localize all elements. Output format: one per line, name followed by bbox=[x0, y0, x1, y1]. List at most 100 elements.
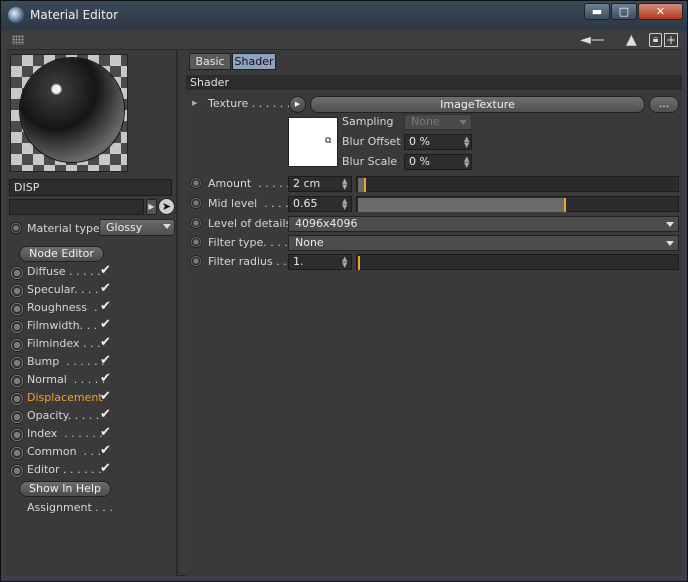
show-in-help-button[interactable]: Show In Help bbox=[19, 481, 111, 497]
checkmark-icon[interactable]: ✔ bbox=[100, 335, 111, 350]
amount-radio[interactable] bbox=[190, 177, 202, 189]
channel-item-bump[interactable]: Bump . . . . . . ✔ bbox=[10, 353, 120, 371]
checkmark-icon[interactable]: ✔ bbox=[100, 389, 111, 404]
channel-radio[interactable] bbox=[10, 320, 24, 334]
channel-radio[interactable] bbox=[10, 302, 24, 316]
channel-radio[interactable] bbox=[10, 410, 24, 424]
channel-radio[interactable] bbox=[10, 428, 24, 442]
tab-shader[interactable]: Shader bbox=[232, 53, 276, 70]
spinner-icon[interactable]: ▲ ▼ bbox=[342, 198, 347, 211]
app-logo-icon bbox=[8, 7, 24, 23]
filter-type-select[interactable]: None bbox=[288, 235, 679, 251]
mid-level-label: Mid level . . . . bbox=[208, 197, 289, 210]
filter-radius-slider[interactable] bbox=[356, 254, 679, 270]
section-title: Shader bbox=[186, 75, 682, 90]
channel-item-opacity[interactable]: Opacity. . . . . ✔ bbox=[10, 407, 120, 425]
channel-item-specular[interactable]: Specular. . . . ✔ bbox=[10, 281, 120, 299]
level-of-details-label: Level of details bbox=[208, 217, 292, 230]
channel-radio[interactable] bbox=[10, 446, 24, 460]
channel-item-editor[interactable]: Editor . . . . . . ✔ bbox=[10, 461, 120, 479]
level-of-details-radio[interactable] bbox=[190, 217, 202, 229]
level-of-details-select[interactable]: 4096x4096 bbox=[288, 216, 679, 232]
lock-icon[interactable]: 🔒︎ bbox=[649, 33, 662, 47]
checkmark-icon[interactable]: ✔ bbox=[100, 281, 111, 296]
spinner-icon[interactable]: ▲ ▼ bbox=[464, 156, 469, 169]
grip-icon[interactable] bbox=[12, 35, 24, 45]
filter-type-label: Filter type. . . . bbox=[208, 236, 288, 249]
channel-label[interactable]: Diffuse . . . . . bbox=[27, 265, 101, 278]
link-arrow-icon[interactable]: ▶ bbox=[146, 199, 157, 215]
mid-level-radio[interactable] bbox=[190, 197, 202, 209]
material-type-label: Material type bbox=[27, 222, 100, 235]
channel-label[interactable]: Filmindex . . . bbox=[27, 337, 100, 350]
mid-level-slider-fill bbox=[358, 198, 565, 212]
checkmark-icon[interactable]: ✔ bbox=[100, 407, 111, 422]
chevron-down-icon bbox=[459, 120, 467, 125]
filter-type-radio[interactable] bbox=[190, 236, 202, 248]
spinner-icon[interactable]: ▲ ▼ bbox=[342, 178, 347, 191]
checkmark-icon[interactable]: ✔ bbox=[100, 353, 111, 368]
channel-label[interactable]: Normal . . . . . bbox=[27, 373, 105, 386]
navigate-up-icon[interactable]: ▲ bbox=[626, 33, 640, 47]
checkmark-icon[interactable]: ✔ bbox=[100, 299, 111, 314]
expand-arrow-icon[interactable]: ▶ bbox=[192, 99, 197, 107]
channel-label[interactable]: Filmwidth. . . bbox=[27, 319, 97, 332]
channel-radio[interactable] bbox=[10, 464, 24, 478]
chevron-down-icon bbox=[666, 222, 674, 227]
channel-label[interactable]: Opacity. . . . . bbox=[27, 409, 99, 422]
minimize-button[interactable]: ▬ bbox=[584, 3, 610, 20]
channel-item-normal[interactable]: Normal . . . . . ✔ bbox=[10, 371, 120, 389]
channel-radio[interactable] bbox=[10, 266, 24, 280]
channel-label[interactable]: Specular. . . . bbox=[27, 283, 99, 296]
mid-level-slider-thumb[interactable] bbox=[564, 198, 566, 212]
checkmark-icon[interactable]: ✔ bbox=[100, 263, 111, 278]
filter-radius-slider-thumb[interactable] bbox=[358, 256, 360, 270]
channel-radio[interactable] bbox=[10, 374, 24, 388]
new-view-icon[interactable]: + bbox=[664, 33, 678, 47]
texture-shader-button[interactable]: ImageTexture bbox=[310, 96, 645, 113]
channel-radio[interactable] bbox=[10, 392, 24, 406]
channel-label[interactable]: Bump . . . . . . bbox=[27, 355, 105, 368]
pick-cursor-icon[interactable]: ➤ bbox=[158, 198, 175, 215]
channel-item-filmwidth[interactable]: Filmwidth. . . ✔ bbox=[10, 317, 120, 335]
channel-item-roughness[interactable]: Roughness . ✔ bbox=[10, 299, 120, 317]
channel-label[interactable]: Editor . . . . . . bbox=[27, 463, 102, 476]
spinner-icon[interactable]: ▲ ▼ bbox=[342, 256, 347, 269]
channel-item-common[interactable]: Common . . . ✔ bbox=[10, 443, 120, 461]
amount-slider[interactable] bbox=[356, 176, 679, 192]
blur-offset-field[interactable]: 0 % bbox=[404, 134, 472, 150]
close-button[interactable]: ✕ bbox=[638, 3, 683, 20]
channel-radio[interactable] bbox=[10, 356, 24, 370]
filter-radius-radio[interactable] bbox=[190, 255, 202, 267]
mid-level-slider[interactable] bbox=[356, 196, 679, 212]
blur-scale-field[interactable]: 0 % bbox=[404, 154, 472, 170]
link-field[interactable] bbox=[9, 199, 144, 215]
channel-label[interactable]: Roughness . bbox=[27, 301, 98, 314]
assignment-item[interactable]: Assignment . . . bbox=[27, 501, 113, 514]
preview-sphere bbox=[20, 58, 124, 162]
checkmark-icon[interactable]: ✔ bbox=[100, 317, 111, 332]
channel-item-diffuse[interactable]: Diffuse . . . . . ✔ bbox=[10, 263, 120, 281]
checkmark-icon[interactable]: ✔ bbox=[100, 461, 111, 476]
material-name-field[interactable]: DISP bbox=[9, 179, 172, 196]
channel-item-displacement[interactable]: Displacement ✔ bbox=[10, 389, 120, 407]
checkmark-icon[interactable]: ✔ bbox=[100, 371, 111, 386]
maximize-button[interactable]: □ bbox=[611, 3, 637, 20]
channel-item-index[interactable]: Index . . . . . . ✔ bbox=[10, 425, 120, 443]
channel-label[interactable]: Common . . . bbox=[27, 445, 101, 458]
node-editor-button[interactable]: Node Editor bbox=[19, 246, 104, 262]
texture-menu-icon[interactable]: ▶ bbox=[289, 96, 306, 113]
tab-basic[interactable]: Basic bbox=[189, 53, 231, 70]
checkmark-icon[interactable]: ✔ bbox=[100, 443, 111, 458]
navigate-back-icon[interactable]: ◄— bbox=[580, 33, 606, 47]
channel-label[interactable]: Index . . . . . . bbox=[27, 427, 103, 440]
channel-radio[interactable] bbox=[10, 284, 24, 298]
channel-item-filmindex[interactable]: Filmindex . . . ✔ bbox=[10, 335, 120, 353]
material-type-radio[interactable] bbox=[10, 222, 22, 234]
amount-slider-thumb[interactable] bbox=[364, 178, 366, 192]
channel-radio[interactable] bbox=[10, 338, 24, 352]
channel-label[interactable]: Displacement bbox=[27, 391, 103, 404]
spinner-icon[interactable]: ▲ ▼ bbox=[464, 136, 469, 149]
checkmark-icon[interactable]: ✔ bbox=[100, 425, 111, 440]
texture-more-button[interactable]: ... bbox=[649, 96, 679, 113]
